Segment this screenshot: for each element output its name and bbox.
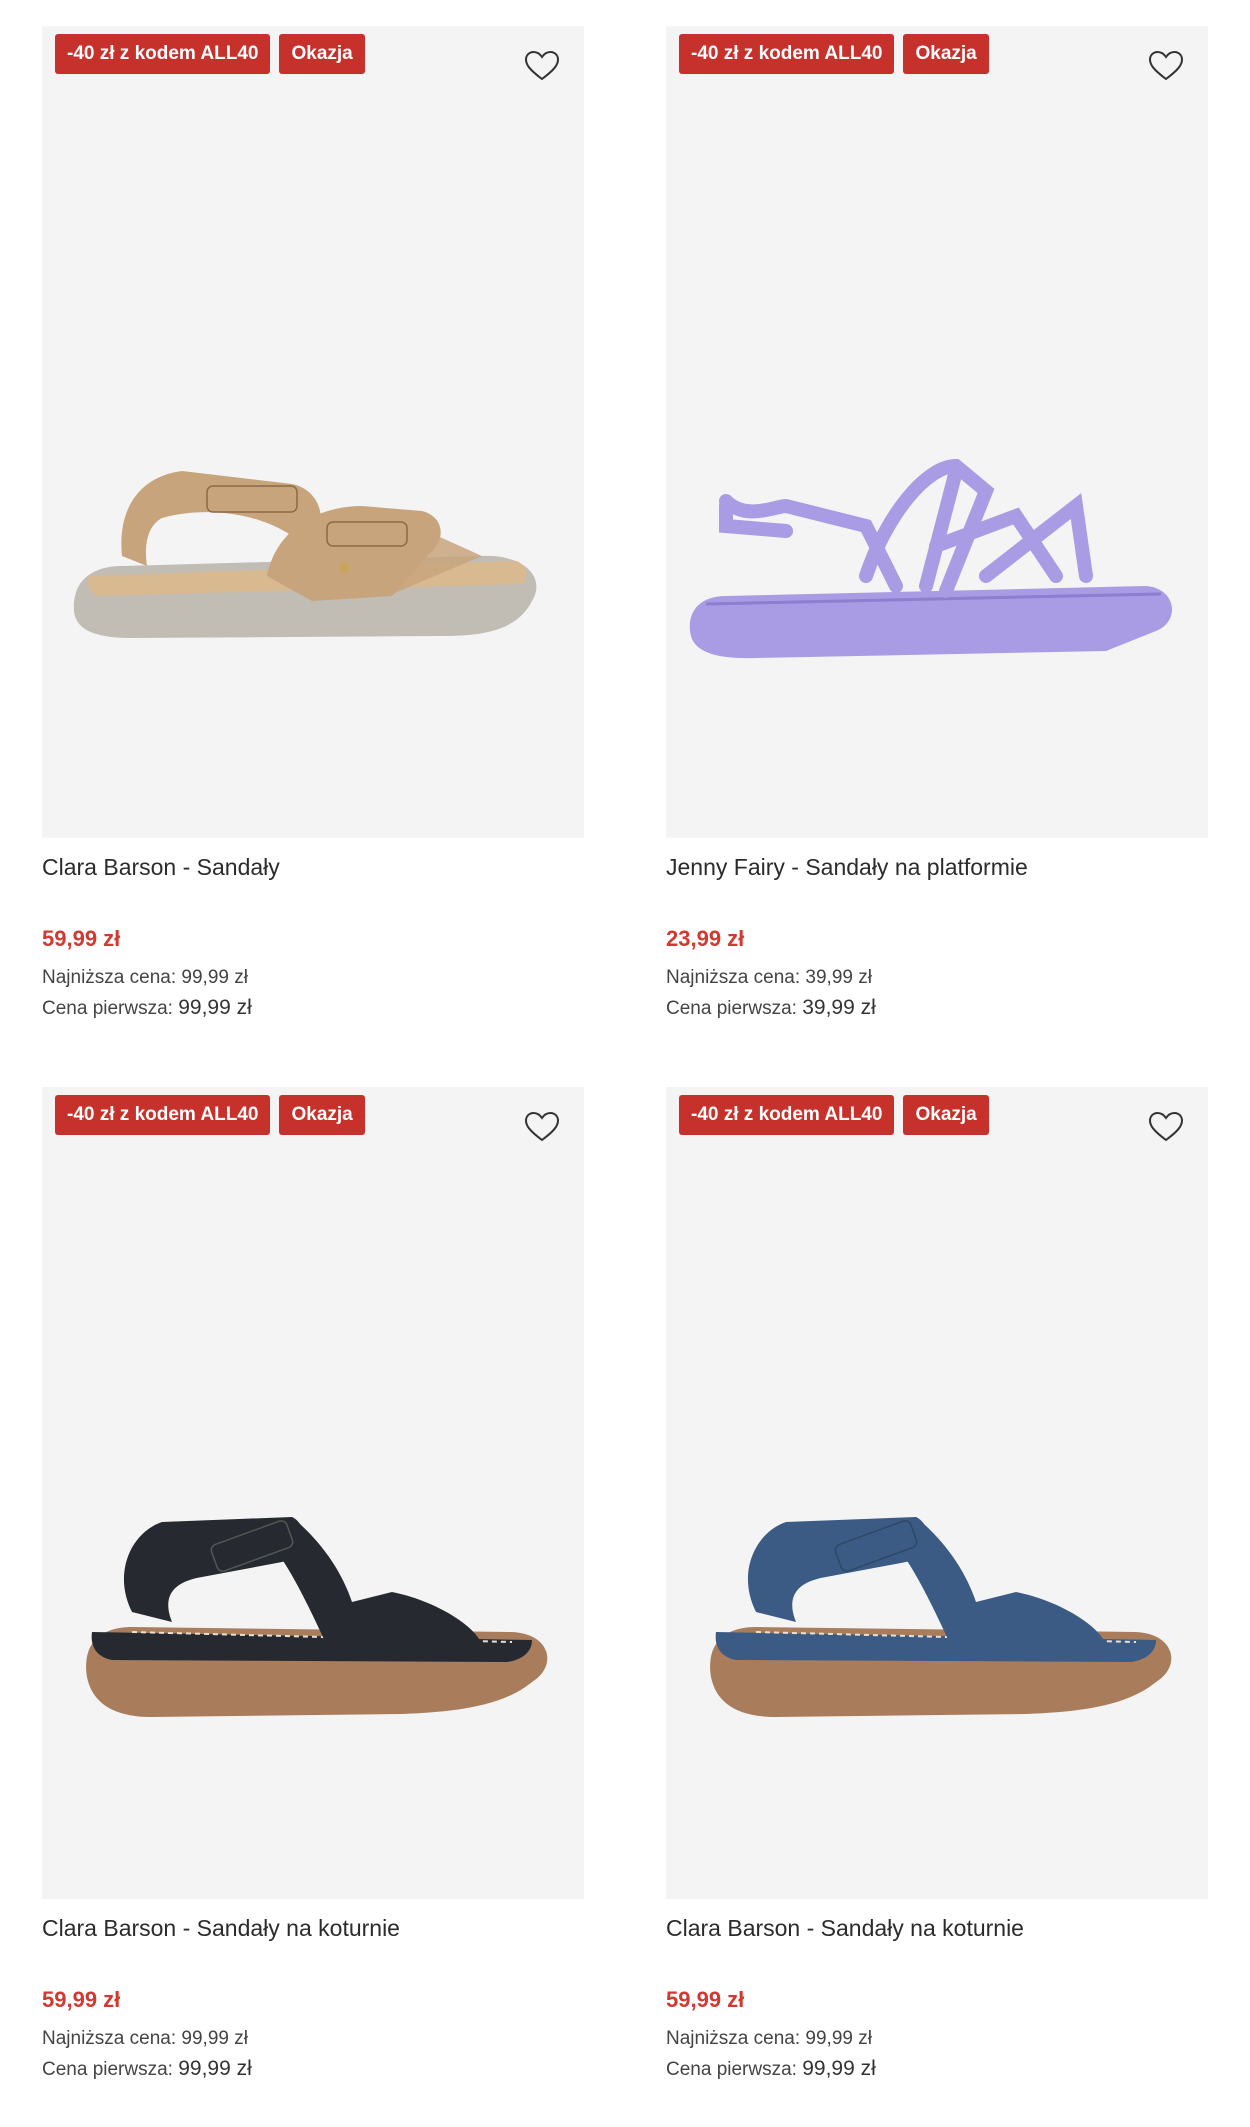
sandal-picture	[710, 1517, 1172, 1717]
deal-badge: Okazja	[903, 1095, 989, 1135]
first-price-value: 39,99 zł	[802, 996, 876, 1019]
product-image[interactable]: -40 zł z kodem ALL40 Okazja	[666, 26, 1208, 838]
product-card[interactable]: -40 zł z kodem ALL40 Okazja Clara Barson	[42, 26, 584, 1066]
product-card[interactable]: -40 zł z kodem ALL40 Okazja Jenny Fairy …	[666, 26, 1208, 1066]
product-card[interactable]: -40 zł z kodem ALL40 Okazja Clara Barson…	[42, 1087, 584, 2127]
promo-code-badge: -40 zł z kodem ALL40	[55, 1095, 271, 1135]
sandal-picture	[689, 458, 1173, 659]
product-price: 59,99 zł	[666, 1987, 745, 2012]
product-grid: -40 zł z kodem ALL40 Okazja Clara Barson	[0, 0, 1250, 2123]
lowest-price: Najniższa cena: 99,99 zł	[666, 2028, 872, 2050]
heart-icon[interactable]	[1146, 1107, 1186, 1147]
lowest-price: Najniższa cena: 99,99 zł	[42, 967, 248, 989]
badges: -40 zł z kodem ALL40 Okazja	[55, 34, 365, 74]
deal-badge: Okazja	[903, 34, 989, 74]
lowest-price: Najniższa cena: 99,99 zł	[42, 2028, 248, 2050]
product-image[interactable]: -40 zł z kodem ALL40 Okazja	[42, 26, 584, 838]
deal-badge: Okazja	[279, 1095, 365, 1135]
first-price-value: 99,99 zł	[802, 2057, 876, 2080]
deal-badge: Okazja	[279, 34, 365, 74]
badges: -40 zł z kodem ALL40 Okazja	[679, 1095, 989, 1135]
first-price-label: Cena pierwsza:	[42, 2059, 173, 2080]
first-price-label: Cena pierwsza:	[42, 998, 173, 1019]
lowest-price-label: Najniższa cena:	[666, 967, 801, 988]
first-price: Cena pierwsza: 99,99 zł	[42, 2057, 252, 2081]
promo-code-badge: -40 zł z kodem ALL40	[679, 1095, 895, 1135]
product-image[interactable]: -40 zł z kodem ALL40 Okazja	[666, 1087, 1208, 1899]
first-price-value: 99,99 zł	[178, 996, 252, 1019]
product-price: 59,99 zł	[42, 926, 121, 951]
product-title[interactable]: Clara Barson - Sandały na koturnie	[42, 1915, 400, 1942]
heart-icon[interactable]	[1146, 46, 1186, 86]
product-price: 23,99 zł	[666, 926, 745, 951]
lowest-price-value: 99,99 zł	[181, 2028, 248, 2049]
badges: -40 zł z kodem ALL40 Okazja	[55, 1095, 365, 1135]
first-price-label: Cena pierwsza:	[666, 2059, 797, 2080]
first-price-value: 99,99 zł	[178, 2057, 252, 2080]
first-price: Cena pierwsza: 39,99 zł	[666, 996, 876, 1020]
lowest-price-value: 99,99 zł	[181, 967, 248, 988]
product-card[interactable]: -40 zł z kodem ALL40 Okazja Clara Barson…	[666, 1087, 1208, 2127]
heart-icon[interactable]	[522, 46, 562, 86]
first-price-label: Cena pierwsza:	[666, 998, 797, 1019]
first-price: Cena pierwsza: 99,99 zł	[42, 996, 252, 1020]
product-image[interactable]: -40 zł z kodem ALL40 Okazja	[42, 1087, 584, 1899]
lowest-price-value: 99,99 zł	[805, 2028, 872, 2049]
product-title[interactable]: Clara Barson - Sandały na koturnie	[666, 1915, 1024, 1942]
badges: -40 zł z kodem ALL40 Okazja	[679, 34, 989, 74]
lowest-price: Najniższa cena: 39,99 zł	[666, 967, 872, 989]
sandal-picture	[73, 471, 537, 638]
promo-code-badge: -40 zł z kodem ALL40	[55, 34, 271, 74]
lowest-price-value: 39,99 zł	[805, 967, 872, 988]
promo-code-badge: -40 zł z kodem ALL40	[679, 34, 895, 74]
product-price: 59,99 zł	[42, 1987, 121, 2012]
lowest-price-label: Najniższa cena:	[42, 2028, 177, 2049]
product-title[interactable]: Jenny Fairy - Sandały na platformie	[666, 854, 1028, 881]
product-title[interactable]: Clara Barson - Sandały	[42, 854, 280, 881]
heart-icon[interactable]	[522, 1107, 562, 1147]
lowest-price-label: Najniższa cena:	[42, 967, 177, 988]
sandal-picture	[86, 1517, 548, 1717]
lowest-price-label: Najniższa cena:	[666, 2028, 801, 2049]
first-price: Cena pierwsza: 99,99 zł	[666, 2057, 876, 2081]
